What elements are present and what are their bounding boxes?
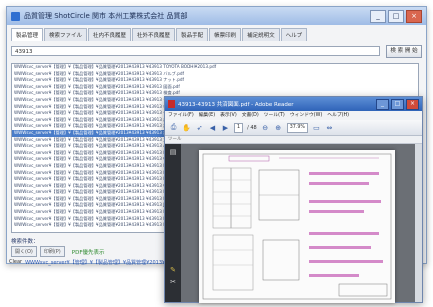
pages-icon[interactable]: ▤ — [169, 148, 177, 156]
search-row: 43913 検 索 開 始 — [11, 44, 422, 58]
tab-product-order[interactable]: 製品手配 — [176, 28, 209, 41]
reader-menu-bar: ファイル(F) 編集(E) 表示(V) 文書(D) ツール(T) ウィンドウ(W… — [165, 111, 422, 120]
pdf-icon — [168, 100, 175, 108]
open-button[interactable]: 開く(O) — [11, 246, 37, 257]
reader-minimize-button[interactable]: _ — [376, 98, 389, 110]
reader-title: 43913-43913 共済図面.pdf - Adobe Reader — [178, 102, 294, 108]
tab-print-forms[interactable]: 帳票印刷 — [209, 28, 242, 41]
zoom-in-icon[interactable]: ⊕ — [274, 123, 283, 132]
title-bar: 品質管理 ShotCircle 関市 本州工業株式会社 品質部 _ □ × — [7, 7, 426, 25]
tab-internal-defects[interactable]: 社内不良履歴 — [88, 28, 132, 41]
minimize-button[interactable]: _ — [370, 9, 386, 23]
bookmarks-icon[interactable]: ✎ — [169, 266, 177, 274]
list-item[interactable]: WWWsvc_server¥【管理】¥【製品管理】¥品質管理¥2013¥4391… — [12, 77, 418, 84]
reader-maximize-button[interactable]: □ — [391, 98, 404, 110]
print-button[interactable]: 印刷(P) — [39, 246, 65, 257]
menu-edit[interactable]: 編集(E) — [199, 111, 215, 120]
app-icon — [11, 11, 20, 21]
clear-label[interactable]: Clear — [9, 259, 22, 266]
pdf-page — [199, 150, 395, 303]
list-item[interactable]: WWWsvc_server¥【管理】¥【製品管理】¥品質管理¥2013¥4391… — [12, 64, 418, 71]
tab-notes[interactable]: 補足説明文 — [242, 28, 280, 41]
attachment-icon[interactable]: ✂ — [169, 278, 177, 286]
reader-secondary-bar: ツール — [165, 136, 422, 144]
status-text: 検索件数： — [11, 239, 39, 245]
menu-help[interactable]: ヘルプ(H) — [327, 111, 349, 120]
reader-title-bar: 43913-43913 共済図面.pdf - Adobe Reader _ □ … — [165, 97, 422, 111]
tab-bar: 製品管理 検索ファイル 社内不良履歴 社外不良履歴 製品手配 帳票印刷 補足説明… — [7, 25, 426, 41]
select-tool-icon[interactable]: ➶ — [195, 123, 204, 132]
hand-tool-icon[interactable]: ✋ — [182, 123, 191, 132]
action-buttons: 開く(O) 印刷(P) PDF優先表示 — [11, 246, 104, 257]
close-button[interactable]: × — [406, 9, 422, 23]
previous-page-icon[interactable]: ◀ — [208, 123, 217, 132]
page-total: / 48 — [247, 124, 257, 131]
tab-help[interactable]: ヘルプ — [280, 28, 308, 41]
menu-document[interactable]: 文書(D) — [242, 111, 259, 120]
reader-side-panel: ▤ ✎ ✂ — [165, 144, 181, 302]
tab-search-files[interactable]: 検索ファイル — [44, 28, 88, 41]
reader-scrollbar[interactable] — [415, 144, 422, 302]
window-title: 品質管理 ShotCircle 関市 本州工業株式会社 品質部 — [24, 12, 188, 20]
menu-tools[interactable]: ツール(T) — [264, 111, 285, 120]
zoom-level-select[interactable]: 37.9% — [286, 122, 308, 133]
drawing-page-content — [202, 153, 392, 300]
print-icon[interactable]: ⎙ — [169, 123, 178, 132]
reader-close-button[interactable]: × — [406, 98, 419, 110]
next-page-icon[interactable]: ▶ — [221, 123, 230, 132]
tab-external-defects[interactable]: 社外不良履歴 — [132, 28, 176, 41]
tab-product-management[interactable]: 製品管理 — [11, 28, 44, 41]
pdf-reader-window: 43913-43913 共済図面.pdf - Adobe Reader _ □ … — [164, 96, 423, 303]
search-input[interactable]: 43913 — [11, 46, 380, 56]
zoom-out-icon[interactable]: ⊖ — [261, 123, 270, 132]
search-button[interactable]: 検 索 開 始 — [386, 44, 422, 58]
page-number-input[interactable]: 1 — [234, 122, 244, 133]
menu-window[interactable]: ウィンドウ(W) — [290, 111, 322, 120]
menu-file[interactable]: ファイル(F) — [168, 111, 194, 120]
reader-document-area: ▤ ✎ ✂ — [165, 144, 422, 303]
pdf-priority-label[interactable]: PDF優先表示 — [72, 248, 105, 256]
fit-width-icon[interactable]: ⇔ — [325, 123, 334, 132]
fit-page-icon[interactable]: ▭ — [312, 123, 321, 132]
maximize-button[interactable]: □ — [388, 9, 404, 23]
menu-view[interactable]: 表示(V) — [220, 111, 237, 120]
reader-toolbar: ⎙ ✋ ➶ ◀ ▶ 1 / 48 ⊖ ⊕ 37.9% ▭ ⇔ — [165, 120, 422, 136]
